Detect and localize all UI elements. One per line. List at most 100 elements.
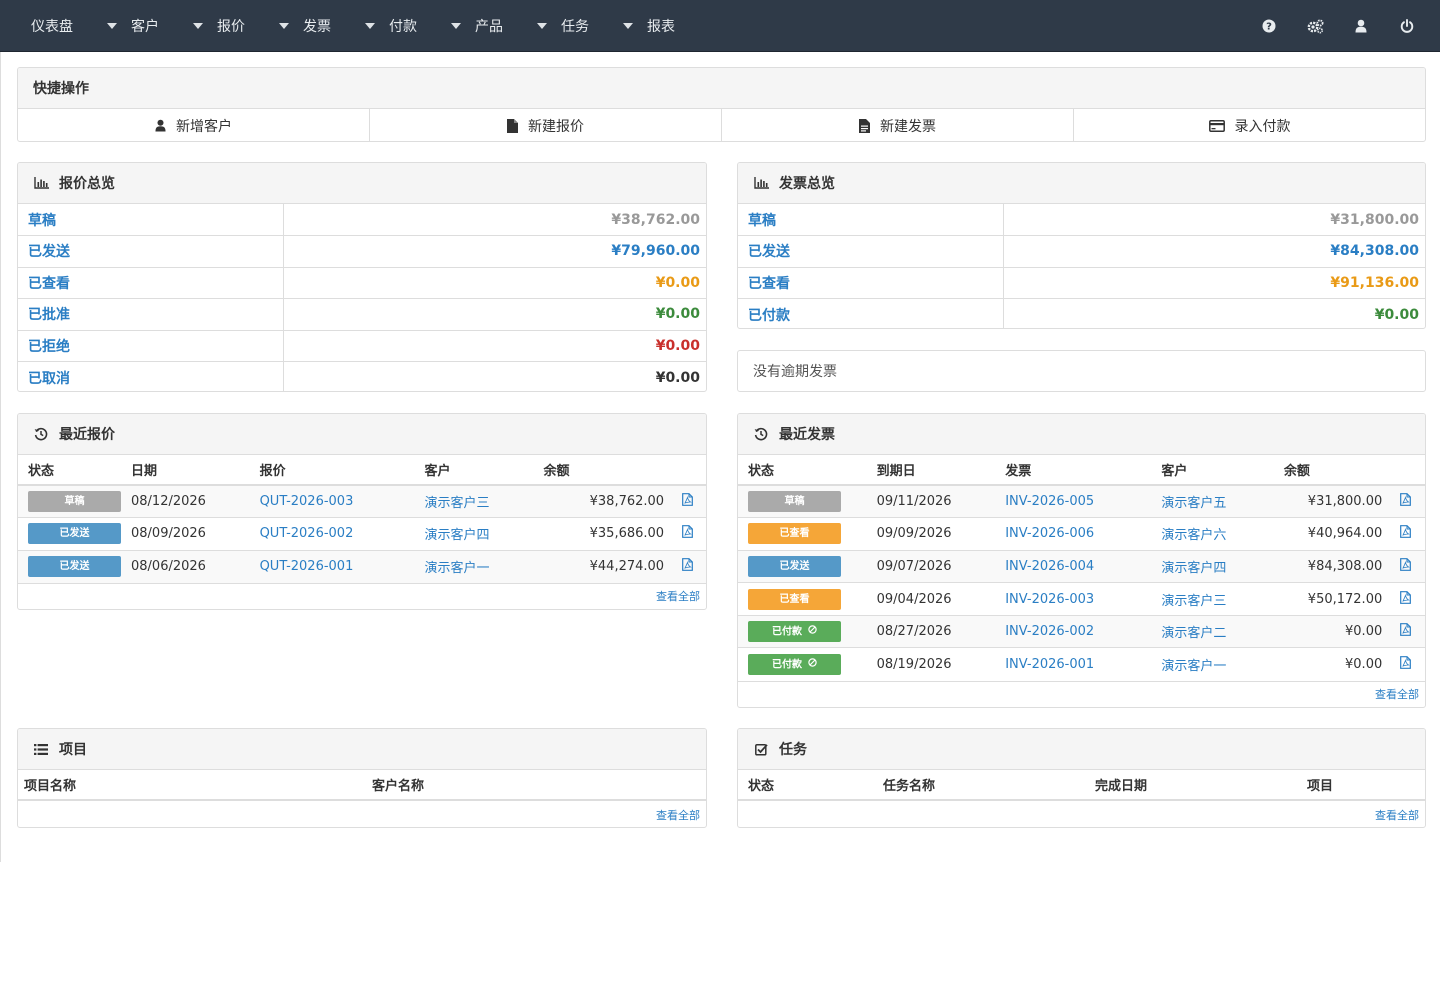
nav-payments[interactable]: 付款 <box>348 0 434 52</box>
status-badge-label: 已付款 <box>772 659 802 671</box>
summary-row: 已付款 ¥0.00 <box>738 298 1425 328</box>
summary-status-link[interactable]: 已付款 <box>738 298 1004 328</box>
nav-products[interactable]: 产品 <box>434 0 520 52</box>
document-number-link[interactable]: QUT-2026-003 <box>249 484 415 518</box>
col-date: 日期 <box>121 455 250 486</box>
col-status: 状态 <box>18 455 121 486</box>
status-badge-label: 已查看 <box>779 593 810 605</box>
nav-quotes[interactable]: 报价 <box>176 0 262 52</box>
summary-amount: ¥0.00 <box>283 298 706 330</box>
recent-quotes-panel: 最近报价 状态 日期 报价 客户 余额 草稿 08/12/2026 QUT-2026… <box>17 413 707 610</box>
client-link[interactable]: 演示客户一 <box>1151 647 1274 681</box>
view-all-invoices-link[interactable]: 查看全部 <box>738 680 1425 707</box>
invoice-summary-table: 草稿 ¥31,800.00 已发送 ¥84,308.00 已查看 ¥91,136.00 已付… <box>738 204 1425 328</box>
view-all-quotes-link[interactable]: 查看全部 <box>18 582 706 609</box>
add-client-button[interactable]: 新增客户 <box>18 109 370 141</box>
panel-title: 快捷操作 <box>18 68 1425 109</box>
client-link[interactable]: 演示客户四 <box>414 517 534 551</box>
enter-payment-button[interactable]: 录入付款 <box>1074 109 1425 141</box>
client-link[interactable]: 演示客户五 <box>1151 484 1274 518</box>
summary-amount: ¥79,960.00 <box>283 235 706 267</box>
panel-header: 项目 <box>18 729 706 770</box>
summary-row: 已查看 ¥91,136.00 <box>738 266 1425 299</box>
summary-status-link[interactable]: 草稿 <box>738 204 1004 236</box>
summary-amount: ¥31,800.00 <box>1330 211 1419 228</box>
status-badge-label: 已发送 <box>59 528 90 540</box>
summary-status-link[interactable]: 已发送 <box>18 235 284 267</box>
summary-status-link[interactable]: 已查看 <box>738 266 1004 299</box>
pdf-icon[interactable] <box>1390 517 1425 551</box>
client-link[interactable]: 演示客户三 <box>1151 582 1274 616</box>
summary-status-link[interactable]: 已取消 <box>18 361 284 391</box>
status-badge-label: 已查看 <box>779 528 810 540</box>
panel-header: 最近发票 <box>738 414 1425 455</box>
add-client-label: 新增客户 <box>176 118 232 135</box>
client-link[interactable]: 演示客户四 <box>1151 549 1274 583</box>
quick-actions-row: 新增客户 新建报价 新建发票 录入付款 <box>18 109 1425 141</box>
summary-status-link[interactable]: 已发送 <box>738 235 1004 267</box>
pdf-icon[interactable] <box>1390 647 1425 681</box>
table-row: 草稿 08/12/2026 QUT-2026-003 演示客户三 ¥38,762.00 <box>18 484 706 518</box>
summary-status-link[interactable]: 已查看 <box>18 266 284 299</box>
client-link[interactable]: 演示客户二 <box>1151 614 1274 648</box>
date-cell: 09/04/2026 <box>866 582 996 616</box>
summary-status-link[interactable]: 草稿 <box>18 204 284 236</box>
pdf-icon[interactable] <box>672 517 706 551</box>
client-link[interactable]: 演示客户六 <box>1151 517 1274 551</box>
document-number-link[interactable]: INV-2026-004 <box>995 549 1152 583</box>
settings-icon[interactable] <box>1292 0 1338 52</box>
pdf-icon[interactable] <box>672 484 706 518</box>
quote-summary-panel: 报价总览 草稿 ¥38,762.00 已发送 ¥79,960.00 已查看 ¥0.00 已批… <box>17 162 707 392</box>
recent-invoices-table: 状态 到期日 发票 客户 余额 草稿 09/11/2026 INV-2026-005… <box>738 455 1425 681</box>
status-badge-label: 草稿 <box>64 496 85 508</box>
document-number-link[interactable]: INV-2026-006 <box>995 517 1152 551</box>
nav-tasks[interactable]: 任务 <box>520 0 606 52</box>
user-icon[interactable] <box>1338 0 1384 52</box>
bar-chart-icon <box>753 175 769 191</box>
bar-chart-icon <box>33 175 49 191</box>
document-number-link[interactable]: QUT-2026-001 <box>249 549 415 583</box>
tasks-table: 状态 任务名称 完成日期 项目 <box>738 770 1425 801</box>
new-invoice-button[interactable]: 新建发票 <box>722 109 1074 141</box>
document-number-link[interactable]: INV-2026-003 <box>995 582 1152 616</box>
table-row: 已查看 09/04/2026 INV-2026-003 演示客户三 ¥50,172.00 <box>738 582 1425 616</box>
view-all-projects-link[interactable]: 查看全部 <box>18 801 706 827</box>
nav-reports-label: 报表 <box>647 19 675 35</box>
new-quote-button[interactable]: 新建报价 <box>370 109 722 141</box>
power-icon[interactable] <box>1384 0 1430 52</box>
table-row: 已发送 08/06/2026 QUT-2026-001 演示客户一 ¥44,274.00 <box>18 549 706 583</box>
ban-icon <box>808 621 817 642</box>
nav-clients[interactable]: 客户 <box>90 0 176 52</box>
pdf-icon[interactable] <box>672 549 706 583</box>
projects-title: 项目 <box>59 742 87 758</box>
status-cell: 草稿 <box>18 484 121 518</box>
nav-reports[interactable]: 报表 <box>606 0 692 52</box>
nav-invoices[interactable]: 发票 <box>262 0 348 52</box>
summary-status-link[interactable]: 已拒绝 <box>18 329 284 362</box>
help-icon[interactable]: ? <box>1246 0 1292 52</box>
recent-invoices-panel: 最近发票 状态 到期日 发票 客户 余额 草稿 09/11/2026 INV-202… <box>737 413 1426 708</box>
status-cell: 已查看 <box>738 582 867 616</box>
document-number-link[interactable]: INV-2026-002 <box>995 614 1152 648</box>
client-link[interactable]: 演示客户一 <box>414 549 534 583</box>
view-all-tasks-link[interactable]: 查看全部 <box>738 801 1425 827</box>
panel-header: 任务 <box>738 729 1425 770</box>
file-icon <box>507 118 518 133</box>
table-row: 已发送 09/07/2026 INV-2026-004 演示客户四 ¥84,308.00 <box>738 549 1425 583</box>
col-pdf <box>1390 455 1425 486</box>
pdf-icon[interactable] <box>1390 484 1425 518</box>
recent-quotes-title: 最近报价 <box>59 427 115 443</box>
document-number-link[interactable]: INV-2026-005 <box>995 484 1152 518</box>
nav-dashboard[interactable]: 仪表盘 <box>14 0 90 52</box>
document-number-link[interactable]: QUT-2026-002 <box>249 517 415 551</box>
col-quote: 报价 <box>249 455 415 486</box>
chevron-down-icon <box>107 23 117 29</box>
summary-status-link[interactable]: 已批准 <box>18 298 284 330</box>
pdf-icon[interactable] <box>1390 614 1425 648</box>
pdf-icon[interactable] <box>1390 582 1425 616</box>
pdf-icon[interactable] <box>1390 549 1425 583</box>
quote-summary-title: 报价总览 <box>59 176 115 192</box>
client-link[interactable]: 演示客户三 <box>414 484 534 518</box>
table-row: 已发送 08/09/2026 QUT-2026-002 演示客户四 ¥35,686.00 <box>18 517 706 551</box>
document-number-link[interactable]: INV-2026-001 <box>995 647 1152 681</box>
